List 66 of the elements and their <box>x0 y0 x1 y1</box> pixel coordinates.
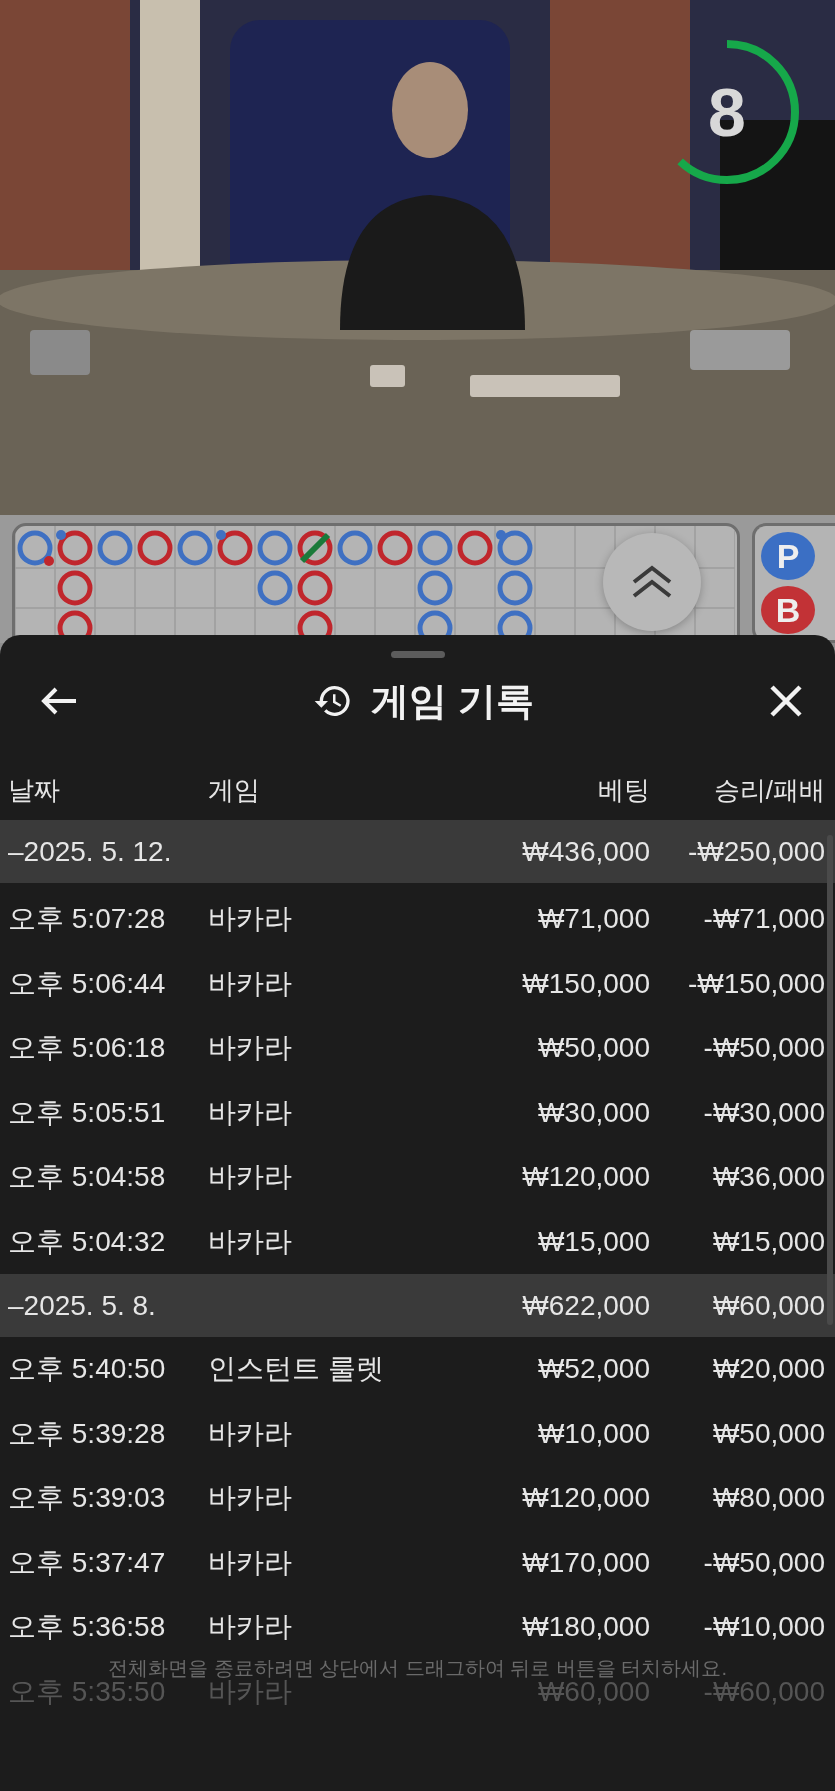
game-cell-text: 인스턴트 룰렛 <box>208 1352 385 1387</box>
game-cell-text: 바카라 <box>208 902 293 937</box>
time-cell-text: 오후 5:37:47 <box>8 1545 167 1580</box>
drag-handle[interactable] <box>390 651 445 658</box>
bet-cell-text: ₩15,000 <box>536 1225 650 1258</box>
bet-cell-text: ₩50,000 <box>536 1032 650 1065</box>
column-header: 게임 <box>208 774 261 807</box>
column-header: 베팅 <box>597 774 650 807</box>
game-cell-text: 바카라 <box>208 1416 293 1451</box>
time-cell-text: 오후 5:39:28 <box>8 1416 167 1451</box>
bet-cell-text: ₩170,000 <box>521 1546 650 1579</box>
close-icon <box>769 684 803 718</box>
result-cell-text: ₩20,000 <box>711 1353 825 1386</box>
result-cell-text: -₩50,000 <box>702 1546 825 1579</box>
bet-cell-text: ₩150,000 <box>521 967 650 1000</box>
time-cell-text: 오후 5:39:03 <box>8 1481 167 1516</box>
bet-cell-text: ₩30,000 <box>536 1096 650 1129</box>
game-cell-text: 바카라 <box>208 1031 293 1066</box>
result-cell-text: -₩71,000 <box>702 903 825 936</box>
game-cell-text: 바카라 <box>208 1095 293 1130</box>
sheet-title: 게임 기록 <box>371 678 534 724</box>
date-group-label[interactable]: –2025. 5. 8. <box>8 1289 450 1322</box>
result-cell-text: -₩30,000 <box>702 1096 825 1129</box>
result-cell-text: ₩50,000 <box>711 1417 825 1450</box>
result-cell-text: -₩150,000 <box>687 967 825 1000</box>
result-cell-text: -₩60,000 <box>703 1675 825 1708</box>
column-header: 날짜 <box>8 774 61 807</box>
time-cell-text: 오후 5:07:28 <box>8 902 167 937</box>
bet-cell-text: ₩71,000 <box>536 903 650 936</box>
group-result-total: -₩250,000 <box>687 835 825 868</box>
time-cell-text: 오후 5:06:44 <box>8 966 167 1001</box>
result-cell-text: ₩80,000 <box>711 1482 825 1515</box>
time-cell-text: 오후 5:40:50 <box>8 1352 167 1387</box>
time-cell-text: 오후 5:05:51 <box>8 1095 167 1130</box>
result-cell-text: ₩36,000 <box>711 1161 825 1194</box>
time-cell-text: 오후 5:06:18 <box>8 1031 167 1066</box>
back-arrow-icon <box>40 686 78 716</box>
bet-cell-text: ₩120,000 <box>521 1482 650 1515</box>
game-cell-text: 바카라 <box>208 966 293 1001</box>
scrollbar[interactable] <box>827 835 833 1325</box>
group-bet-total: ₩622,000 <box>521 1289 650 1322</box>
back-button[interactable] <box>40 686 78 716</box>
bet-side-badge[interactable]: B <box>761 586 815 634</box>
bet-cell-text: ₩180,000 <box>521 1611 650 1644</box>
countdown-number: 8 <box>708 73 746 151</box>
result-cell-text: -₩10,000 <box>702 1611 825 1644</box>
bet-cell-text: ₩120,000 <box>521 1161 650 1194</box>
result-cell-text: ₩15,000 <box>711 1225 825 1258</box>
game-cell-text: 바카라 <box>208 1224 293 1259</box>
time-cell-text: 오후 5:36:58 <box>8 1610 167 1645</box>
column-header: 승리/패배 <box>712 774 825 807</box>
time-cell-text: 오후 5:04:32 <box>8 1224 167 1259</box>
date-group-label[interactable]: –2025. 5. 12. <box>8 835 450 868</box>
game-cell-text: 바카라 <box>208 1610 293 1645</box>
bet-side-badge[interactable]: P <box>761 532 815 580</box>
game-cell-text: 바카라 <box>208 1160 293 1195</box>
bet-cell-text: ₩10,000 <box>536 1417 650 1450</box>
group-result-total: ₩60,000 <box>711 1289 825 1322</box>
game-cell-text: 바카라 <box>208 1545 293 1580</box>
close-button[interactable] <box>769 684 803 718</box>
result-cell-text: -₩50,000 <box>702 1032 825 1065</box>
group-bet-total: ₩436,000 <box>521 835 650 868</box>
game-cell-text: 바카라 <box>208 1481 293 1516</box>
bet-cell-text: ₩52,000 <box>536 1353 650 1386</box>
double-chevron-up-icon <box>630 564 674 600</box>
time-cell-text: 오후 5:04:58 <box>8 1160 167 1195</box>
